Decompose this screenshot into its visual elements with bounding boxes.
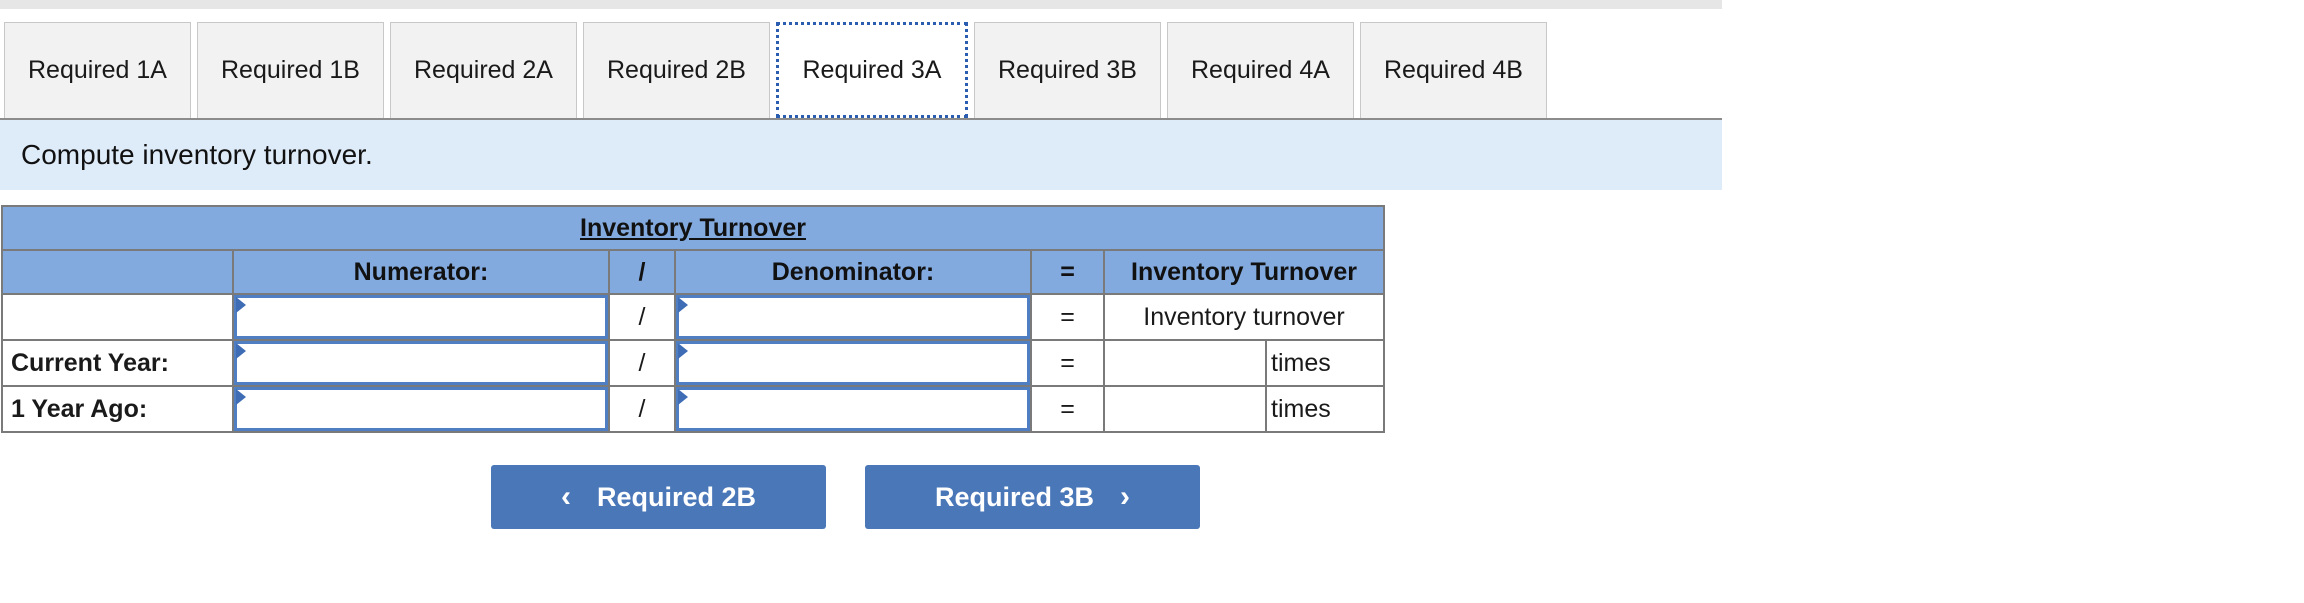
- divide-sign: /: [608, 385, 676, 433]
- divide-sign: /: [608, 293, 676, 341]
- table-row: / = Inventory turnover: [1, 293, 1385, 341]
- row-label: 1 Year Ago:: [1, 385, 234, 433]
- denominator-cell: [674, 385, 1032, 433]
- top-bar: [0, 0, 1722, 9]
- header-inventory-turnover: Inventory Turnover: [1103, 249, 1385, 295]
- numerator-cell: [232, 293, 610, 341]
- next-required-3b-button[interactable]: Required 3B ›: [865, 465, 1200, 529]
- tab-required-1a[interactable]: Required 1A: [4, 22, 191, 118]
- prev-button-label: Required 2B: [596, 481, 757, 512]
- tab-label: Required 4A: [1191, 56, 1330, 84]
- header-numerator: Numerator:: [232, 249, 610, 295]
- header-divide: /: [608, 249, 676, 295]
- table-row: 1 Year Ago: / = times: [1, 385, 1385, 433]
- tab-label: Required 3A: [802, 55, 942, 84]
- next-button-label: Required 3B: [934, 481, 1095, 512]
- inventory-turnover-table: Inventory Turnover Numerator: / Denomina…: [1, 205, 1385, 433]
- equals-sign: =: [1030, 293, 1105, 341]
- tab-label: Required 3B: [998, 56, 1137, 84]
- tab-label: Required 2B: [607, 56, 746, 84]
- tab-label: Required 4B: [1384, 56, 1523, 84]
- numerator-input[interactable]: [234, 295, 608, 339]
- denominator-cell: [674, 293, 1032, 341]
- table-title: Inventory Turnover: [1, 205, 1385, 251]
- equals-sign: =: [1030, 385, 1105, 433]
- tab-bar: Required 1A Required 1B Required 2A Requ…: [4, 22, 1553, 118]
- numerator-input[interactable]: [234, 341, 608, 385]
- denominator-cell: [674, 339, 1032, 387]
- denominator-input[interactable]: [676, 387, 1030, 431]
- table-row: Current Year: / = times: [1, 339, 1385, 387]
- unit-label: times: [1265, 385, 1385, 433]
- tab-required-4b[interactable]: Required 4B: [1360, 22, 1547, 118]
- divide-sign: /: [608, 339, 676, 387]
- result-label: Inventory turnover: [1103, 293, 1385, 341]
- numerator-input[interactable]: [234, 387, 608, 431]
- tab-required-1b[interactable]: Required 1B: [197, 22, 384, 118]
- chevron-right-icon: ›: [1120, 480, 1131, 513]
- denominator-input[interactable]: [676, 341, 1030, 385]
- tab-required-3a[interactable]: Required 3A: [776, 22, 968, 118]
- chevron-left-icon: ‹: [560, 480, 571, 513]
- header-equals: =: [1030, 249, 1105, 295]
- header-blank: [1, 249, 234, 295]
- row-label: [1, 293, 234, 341]
- result-value-cell[interactable]: [1103, 385, 1267, 433]
- numerator-cell: [232, 339, 610, 387]
- tab-label: Required 1A: [28, 56, 167, 84]
- tab-label: Required 1B: [221, 56, 360, 84]
- prev-required-2b-button[interactable]: ‹ Required 2B: [491, 465, 826, 529]
- tab-required-2b[interactable]: Required 2B: [583, 22, 770, 118]
- denominator-input[interactable]: [676, 295, 1030, 339]
- instruction-text: Compute inventory turnover.: [21, 139, 373, 170]
- header-denominator: Denominator:: [674, 249, 1032, 295]
- instruction-banner: Compute inventory turnover.: [0, 120, 1722, 190]
- tab-required-2a[interactable]: Required 2A: [390, 22, 577, 118]
- equals-sign: =: [1030, 339, 1105, 387]
- tab-required-3b[interactable]: Required 3B: [974, 22, 1161, 118]
- tab-required-4a[interactable]: Required 4A: [1167, 22, 1354, 118]
- numerator-cell: [232, 385, 610, 433]
- unit-label: times: [1265, 339, 1385, 387]
- result-value-cell[interactable]: [1103, 339, 1267, 387]
- row-label: Current Year:: [1, 339, 234, 387]
- tab-label: Required 2A: [414, 56, 553, 84]
